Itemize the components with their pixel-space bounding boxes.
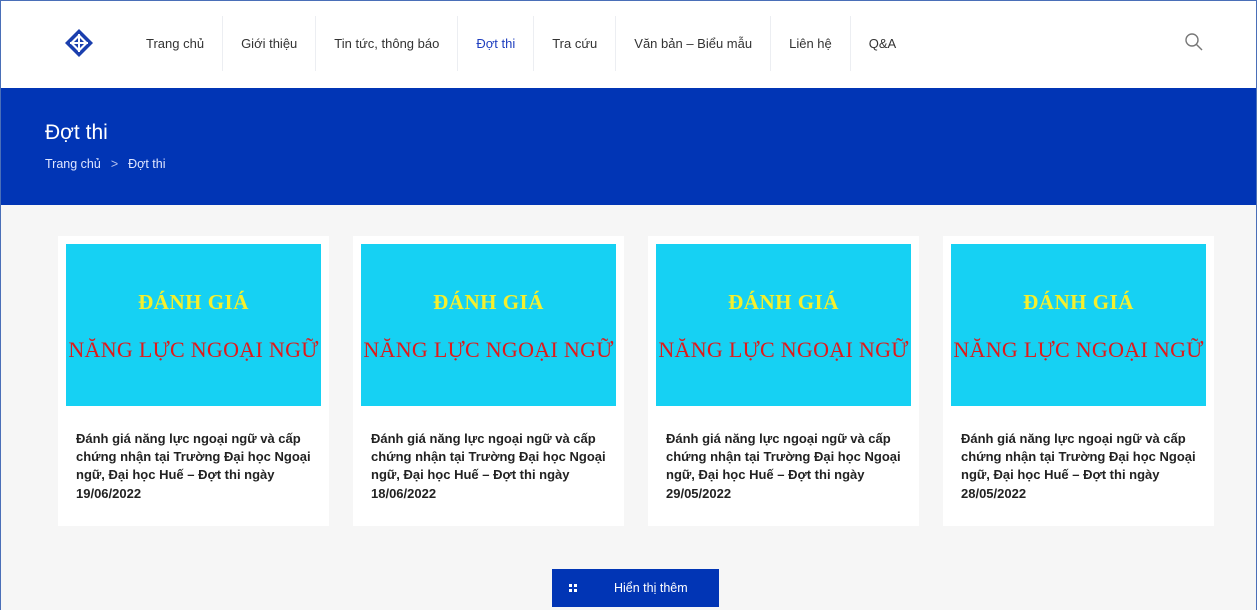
content-area: ĐÁNH GIÁ NĂNG LỰC NGOẠI NGỮ Đánh giá năn…: [1, 205, 1256, 610]
load-more-label: Hiển thị thêm: [614, 581, 688, 595]
top-navigation: Trang chủ Giới thiệu Tin tức, thông báo …: [1, 1, 1256, 88]
thumbnail-subheading: NĂNG LỰC NGOẠI NGỮ: [68, 337, 319, 362]
thumbnail-heading: ĐÁNH GIÁ: [728, 290, 839, 314]
breadcrumb-home[interactable]: Trang chủ: [45, 157, 101, 171]
thumbnail-subheading: NĂNG LỰC NGOẠI NGỮ: [953, 337, 1204, 362]
breadcrumb-separator: >: [110, 157, 119, 171]
thumbnail-heading: ĐÁNH GIÁ: [1023, 290, 1134, 314]
load-more-button[interactable]: Hiển thị thêm: [552, 569, 719, 607]
page-hero: Đợt thi Trang chủ > Đợt thi: [1, 88, 1256, 205]
exam-card[interactable]: ĐÁNH GIÁ NĂNG LỰC NGOẠI NGỮ Đánh giá năn…: [648, 236, 919, 526]
breadcrumb-current: Đợt thi: [128, 157, 166, 171]
card-thumbnail[interactable]: ĐÁNH GIÁ NĂNG LỰC NGOẠI NGỮ: [656, 244, 911, 406]
breadcrumb: Trang chủ > Đợt thi: [45, 157, 166, 171]
nav-about[interactable]: Giới thiệu: [223, 16, 317, 71]
grid-icon: [569, 584, 577, 592]
thumbnail-heading: ĐÁNH GIÁ: [433, 290, 544, 314]
card-thumbnail[interactable]: ĐÁNH GIÁ NĂNG LỰC NGOẠI NGỮ: [951, 244, 1206, 406]
card-thumbnail[interactable]: ĐÁNH GIÁ NĂNG LỰC NGOẠI NGỮ: [66, 244, 321, 406]
thumbnail-subheading: NĂNG LỰC NGOẠI NGỮ: [658, 337, 909, 362]
main-menu: Trang chủ Giới thiệu Tin tức, thông báo …: [128, 16, 914, 71]
nav-contact[interactable]: Liên hệ: [771, 16, 851, 71]
exam-card[interactable]: ĐÁNH GIÁ NĂNG LỰC NGOẠI NGỮ Đánh giá năn…: [353, 236, 624, 526]
thumbnail-subheading: NĂNG LỰC NGOẠI NGỮ: [363, 337, 614, 362]
nav-exam-rounds[interactable]: Đợt thi: [458, 16, 535, 71]
nav-qa[interactable]: Q&A: [851, 16, 914, 71]
card-title-link[interactable]: Đánh giá năng lực ngoại ngữ và cấp chứng…: [371, 430, 607, 503]
card-title-link[interactable]: Đánh giá năng lực ngoại ngữ và cấp chứng…: [961, 430, 1197, 503]
nav-home[interactable]: Trang chủ: [128, 16, 224, 71]
exam-card[interactable]: ĐÁNH GIÁ NĂNG LỰC NGOẠI NGỮ Đánh giá năn…: [58, 236, 329, 526]
nav-lookup[interactable]: Tra cứu: [534, 16, 617, 71]
nav-news[interactable]: Tin tức, thông báo: [316, 16, 459, 71]
page-frame: Trang chủ Giới thiệu Tin tức, thông báo …: [0, 0, 1257, 610]
exam-round-list: ĐÁNH GIÁ NĂNG LỰC NGOẠI NGỮ Đánh giá năn…: [58, 236, 1214, 526]
page-title: Đợt thi: [45, 121, 108, 144]
card-title-link[interactable]: Đánh giá năng lực ngoại ngữ và cấp chứng…: [666, 430, 902, 503]
card-title-link[interactable]: Đánh giá năng lực ngoại ngữ và cấp chứng…: [76, 430, 312, 503]
search-icon[interactable]: [1184, 32, 1204, 52]
thumbnail-heading: ĐÁNH GIÁ: [138, 290, 249, 314]
diamond-logo-icon[interactable]: [64, 28, 94, 58]
nav-documents[interactable]: Văn bản – Biểu mẫu: [616, 16, 772, 71]
exam-card[interactable]: ĐÁNH GIÁ NĂNG LỰC NGOẠI NGỮ Đánh giá năn…: [943, 236, 1214, 526]
card-thumbnail[interactable]: ĐÁNH GIÁ NĂNG LỰC NGOẠI NGỮ: [361, 244, 616, 406]
